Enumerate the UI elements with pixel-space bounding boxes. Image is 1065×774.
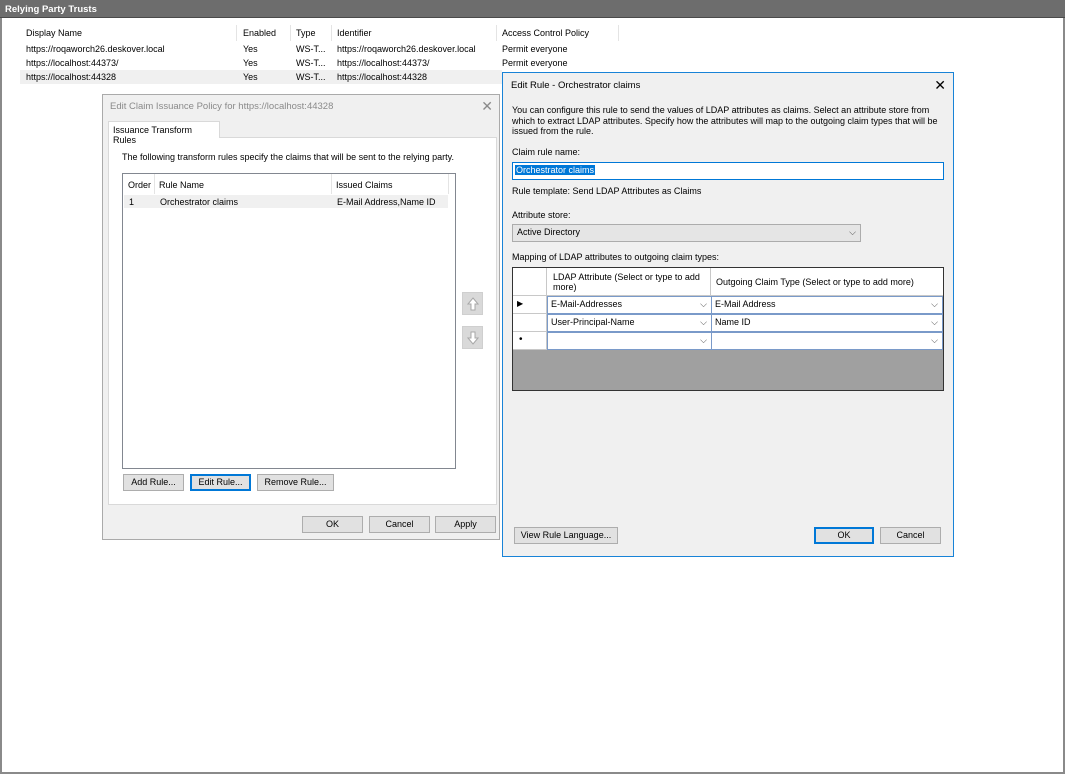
ldap-attribute-cell[interactable]: ⌵ — [547, 332, 712, 350]
rule-description: You can configure this rule to send the … — [512, 105, 938, 136]
mapping-grid-header: LDAP Attribute (Select or type to add mo… — [513, 268, 943, 296]
current-row-icon: ▶ — [517, 299, 524, 308]
rule-order: 1 — [129, 197, 135, 207]
edit-rule-dialog: Edit Rule - Orchestrator claims ✕ You ca… — [502, 72, 954, 557]
table-row-selected[interactable]: https://localhost:44328 Yes WS-T... http… — [20, 70, 502, 84]
table-header: Display Name Enabled Type Identifier Acc… — [20, 25, 620, 41]
cell-identifier: https://roqaworch26.deskover.local — [337, 44, 476, 54]
cell-type: WS-T... — [296, 44, 326, 54]
dialog-title: Edit Claim Issuance Policy for https://l… — [110, 101, 334, 112]
cell-display-name: https://localhost:44373/ — [26, 58, 119, 68]
rule-name: Orchestrator claims — [160, 197, 239, 207]
column-header-type[interactable]: Type — [296, 28, 316, 38]
rules-list-header: Order Rule Name Issued Claims — [123, 174, 449, 194]
mapping-row[interactable]: User-Principal-Name ⌵ Name ID ⌵ — [513, 314, 943, 332]
mapping-row[interactable]: ▶ E-Mail-Addresses ⌵ E-Mail Address ⌵ — [513, 296, 943, 314]
remove-rule-button[interactable]: Remove Rule... — [257, 474, 334, 491]
attribute-store-select[interactable]: Active Directory ⌵ — [512, 224, 861, 242]
mapping-row-new[interactable]: • ⌵ ⌵ — [513, 332, 943, 350]
cell-enabled: Yes — [243, 58, 258, 68]
move-up-icon — [467, 297, 479, 311]
column-header-enabled[interactable]: Enabled — [243, 28, 276, 38]
column-header-display-name[interactable]: Display Name — [26, 28, 82, 38]
move-down-icon — [467, 331, 479, 345]
list-item[interactable]: 1 Orchestrator claims E-Mail Address,Nam… — [124, 195, 448, 208]
table-row[interactable]: https://localhost:44373/ Yes WS-T... htt… — [20, 56, 568, 70]
cell-access-policy: Permit everyone — [502, 44, 568, 54]
chevron-down-icon[interactable]: ⌵ — [700, 317, 707, 328]
claim-rule-name-value: Orchestrator claims — [515, 165, 596, 175]
cell-type: WS-T... — [296, 58, 326, 68]
cell-type: WS-T... — [296, 72, 326, 82]
chevron-down-icon: ⌵ — [849, 227, 856, 237]
main-window-title: Relying Party Trusts — [0, 0, 1065, 18]
chevron-down-icon[interactable]: ⌵ — [931, 317, 938, 328]
claim-rule-name-input[interactable]: Orchestrator claims — [512, 162, 944, 180]
cell-identifier: https://localhost:44373/ — [337, 58, 430, 68]
mapping-grid: LDAP Attribute (Select or type to add mo… — [512, 267, 944, 391]
ok-button[interactable]: OK — [302, 516, 363, 533]
close-icon[interactable]: ✕ — [934, 78, 946, 92]
column-header-outgoing-claim-type[interactable]: Outgoing Claim Type (Select or type to a… — [711, 268, 943, 296]
cell-identifier: https://localhost:44328 — [337, 72, 428, 82]
move-up-button[interactable] — [462, 292, 483, 315]
edit-claim-issuance-policy-dialog: Edit Claim Issuance Policy for https://l… — [102, 94, 500, 540]
view-rule-language-button[interactable]: View Rule Language... — [514, 527, 618, 544]
chevron-down-icon[interactable]: ⌵ — [931, 299, 938, 310]
rule-template-text: Rule template: Send LDAP Attributes as C… — [512, 186, 702, 196]
mapping-label: Mapping of LDAP attributes to outgoing c… — [512, 252, 719, 262]
outgoing-claim-type-cell[interactable]: E-Mail Address ⌵ — [711, 296, 943, 314]
chevron-down-icon[interactable]: ⌵ — [700, 299, 707, 310]
attribute-store-label: Attribute store: — [512, 210, 571, 220]
ok-button[interactable]: OK — [814, 527, 874, 544]
chevron-down-icon[interactable]: ⌵ — [700, 335, 707, 346]
tab-panel: The following transform rules specify th… — [108, 137, 497, 505]
outgoing-claim-type-cell[interactable]: Name ID ⌵ — [711, 314, 943, 332]
claim-rule-name-label: Claim rule name: — [512, 147, 581, 157]
column-header-access-control-policy[interactable]: Access Control Policy — [502, 28, 589, 38]
outgoing-claim-type-cell[interactable]: ⌵ — [711, 332, 943, 350]
dialog-title: Edit Rule - Orchestrator claims — [511, 80, 641, 91]
cell-display-name: https://localhost:44328 — [26, 72, 117, 82]
cancel-button[interactable]: Cancel — [880, 527, 941, 544]
apply-button[interactable]: Apply — [435, 516, 496, 533]
column-header-rule-name[interactable]: Rule Name — [159, 180, 204, 190]
edit-rule-button[interactable]: Edit Rule... — [190, 474, 251, 491]
ldap-attribute-cell[interactable]: User-Principal-Name ⌵ — [547, 314, 712, 332]
new-row-icon: • — [519, 334, 523, 345]
cancel-button[interactable]: Cancel — [369, 516, 430, 533]
tab-issuance-transform-rules[interactable]: Issuance Transform Rules — [108, 121, 220, 145]
move-down-button[interactable] — [462, 326, 483, 349]
attribute-store-value: Active Directory — [517, 227, 581, 237]
rules-list[interactable]: Order Rule Name Issued Claims 1 Orchestr… — [122, 173, 456, 469]
chevron-down-icon[interactable]: ⌵ — [931, 335, 938, 346]
close-icon[interactable]: ✕ — [481, 99, 493, 113]
cell-enabled: Yes — [243, 44, 258, 54]
ldap-attribute-cell[interactable]: E-Mail-Addresses ⌵ — [547, 296, 712, 314]
column-header-order[interactable]: Order — [128, 180, 151, 190]
cell-enabled: Yes — [243, 72, 258, 82]
column-header-issued-claims[interactable]: Issued Claims — [336, 180, 393, 190]
cell-display-name: https://roqaworch26.deskover.local — [26, 44, 165, 54]
add-rule-button[interactable]: Add Rule... — [123, 474, 184, 491]
rule-issued-claims: E-Mail Address,Name ID — [337, 197, 436, 207]
column-header-ldap-attribute[interactable]: LDAP Attribute (Select or type to add mo… — [547, 268, 711, 296]
cell-access-policy: Permit everyone — [502, 58, 568, 68]
column-header-identifier[interactable]: Identifier — [337, 28, 372, 38]
rules-intro-text: The following transform rules specify th… — [122, 152, 454, 162]
table-row[interactable]: https://roqaworch26.deskover.local Yes W… — [20, 42, 568, 56]
